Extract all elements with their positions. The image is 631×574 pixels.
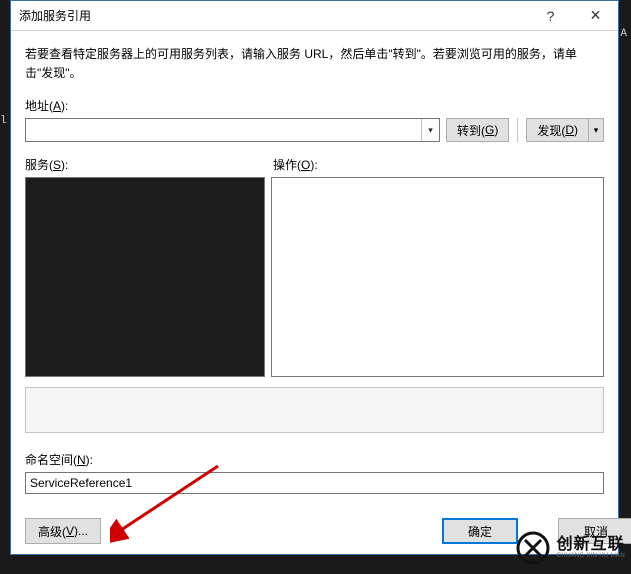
go-button[interactable]: 转到(G) <box>446 118 509 142</box>
dialog-content: 若要查看特定服务器上的可用服务列表，请输入服务 URL，然后单击"转到"。若要浏… <box>11 31 618 554</box>
address-combobox[interactable]: ▾ <box>25 118 440 142</box>
help-button[interactable]: ? <box>528 1 573 31</box>
logo-text-en: CHUANG XIN HU LIAN <box>557 553 625 559</box>
ok-button[interactable]: 确定 <box>442 518 518 544</box>
operations-label: 操作(O): <box>265 156 604 173</box>
namespace-input[interactable] <box>25 472 604 494</box>
status-panel <box>25 387 604 433</box>
watermark-logo: 创新互联 CHUANG XIN HU LIAN <box>515 530 625 566</box>
dialog-title: 添加服务引用 <box>19 7 91 24</box>
logo-text-cn: 创新互联 <box>557 537 625 553</box>
advanced-button[interactable]: 高级(V)... <box>25 518 101 544</box>
bg-code-fragment: A <box>620 28 627 40</box>
address-label: 地址(A): <box>25 97 604 114</box>
separator <box>517 118 518 142</box>
discover-button[interactable]: 发现(D) <box>526 118 588 142</box>
address-input[interactable] <box>26 119 421 141</box>
services-label: 服务(S): <box>25 156 265 173</box>
operations-listbox[interactable] <box>271 177 604 377</box>
instructions-text: 若要查看特定服务器上的可用服务列表，请输入服务 URL，然后单击"转到"。若要浏… <box>25 45 604 83</box>
namespace-label: 命名空间(N): <box>25 451 604 468</box>
titlebar: 添加服务引用 ? × <box>11 1 618 31</box>
close-button[interactable]: × <box>573 1 618 31</box>
logo-icon <box>515 530 551 566</box>
combo-dropdown-icon[interactable]: ▾ <box>421 119 439 141</box>
add-service-reference-dialog: 添加服务引用 ? × 若要查看特定服务器上的可用服务列表，请输入服务 URL，然… <box>10 0 619 555</box>
bg-code-fragment: l <box>0 115 7 127</box>
discover-dropdown-button[interactable]: ▾ <box>588 118 604 142</box>
services-listbox[interactable] <box>25 177 265 377</box>
